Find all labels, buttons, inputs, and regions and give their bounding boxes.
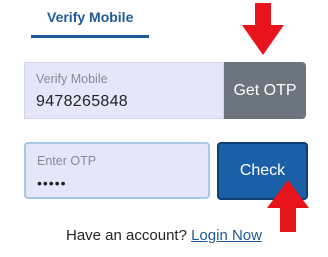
mobile-number-field[interactable]: Verify Mobile 9478265848 <box>24 62 224 119</box>
arrow-1-number: 1 <box>303 31 314 51</box>
active-tab-underline <box>31 35 149 38</box>
login-prompt-text: Have an account? <box>66 227 187 244</box>
get-otp-button[interactable]: Get OTP <box>224 62 306 119</box>
login-now-link[interactable]: Login Now <box>191 227 262 244</box>
down-arrow-icon <box>242 3 284 55</box>
otp-field[interactable]: Enter OTP ••••• <box>24 142 210 199</box>
mobile-number-value[interactable]: 9478265848 <box>36 93 128 111</box>
mobile-field-label: Verify Mobile <box>36 72 108 86</box>
tab-verify-mobile[interactable]: Verify Mobile <box>47 9 133 25</box>
otp-masked-value[interactable]: ••••• <box>37 175 67 191</box>
up-arrow-icon <box>267 180 309 232</box>
annotation-arrow-2: 2 <box>265 180 311 232</box>
annotation-arrow-1: 1 <box>240 3 314 55</box>
otp-field-label: Enter OTP <box>37 154 97 168</box>
login-prompt: Have an account? Login Now <box>0 227 328 244</box>
